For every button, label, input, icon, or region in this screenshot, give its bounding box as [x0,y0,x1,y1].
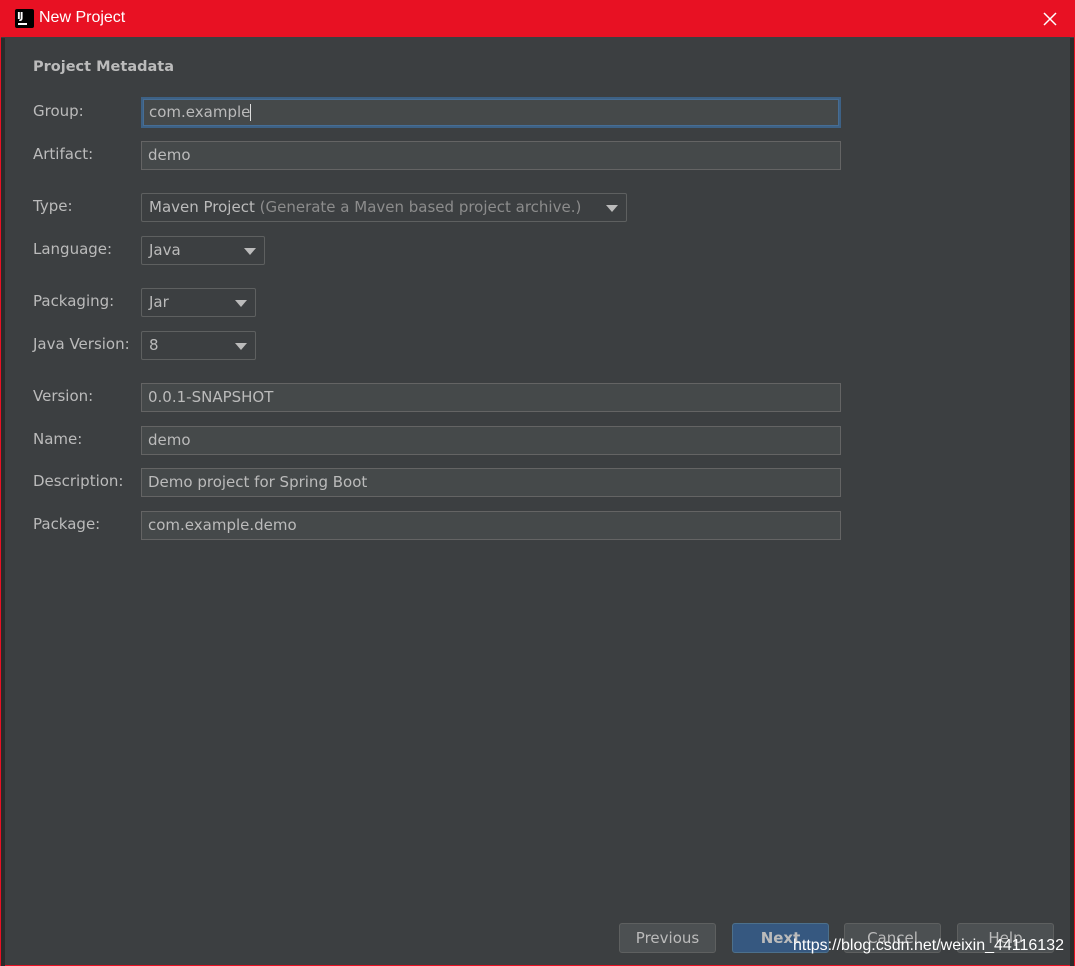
previous-button[interactable]: Previous [619,923,716,953]
group-input[interactable]: com.example [141,97,841,128]
type-label: Type: [33,197,73,215]
type-value: Maven Project [149,198,255,216]
window-title: New Project [39,9,126,26]
description-input[interactable]: Demo project for Spring Boot [141,468,841,497]
watermark-text: https://blog.csdn.net/weixin_44116132 [792,937,1064,954]
package-label: Package: [33,515,101,533]
package-value: com.example.demo [148,516,297,534]
language-dropdown[interactable]: Java [141,236,265,265]
java-version-value: 8 [149,336,159,354]
java-version-dropdown[interactable]: 8 [141,331,256,360]
packaging-dropdown[interactable]: Jar [141,288,256,317]
version-label: Version: [33,387,94,405]
left-edge [1,38,5,966]
description-label: Description: [33,472,124,490]
java-version-label: Java Version: [33,335,130,353]
chevron-down-icon [235,300,247,307]
intellij-idea-icon: IJ [15,9,34,28]
language-label: Language: [33,240,113,258]
artifact-value: demo [148,146,191,164]
description-value: Demo project for Spring Boot [148,473,368,491]
chevron-down-icon [606,205,618,212]
artifact-input[interactable]: demo [141,141,841,170]
name-input[interactable]: demo [141,426,841,455]
group-value: com.example [149,103,251,121]
name-label: Name: [33,430,83,448]
packaging-label: Packaging: [33,292,115,310]
section-title: Project Metadata [33,59,174,75]
text-caret [250,104,252,121]
language-value: Java [149,241,181,259]
package-input[interactable]: com.example.demo [141,511,841,540]
name-value: demo [148,431,191,449]
group-label: Group: [33,102,84,120]
version-value: 0.0.1-SNAPSHOT [148,388,274,406]
close-icon[interactable] [1038,7,1062,31]
chevron-down-icon [244,248,256,255]
artifact-label: Artifact: [33,145,94,163]
version-input[interactable]: 0.0.1-SNAPSHOT [141,383,841,412]
packaging-value: Jar [149,293,169,311]
right-edge [1070,38,1074,966]
type-hint: (Generate a Maven based project archive.… [259,198,582,216]
chevron-down-icon [235,343,247,350]
type-dropdown[interactable]: Maven Project (Generate a Maven based pr… [141,193,627,222]
new-project-dialog: IJ New Project Project Metadata Group: c… [0,0,1075,966]
title-bar: IJ New Project [1,1,1074,37]
